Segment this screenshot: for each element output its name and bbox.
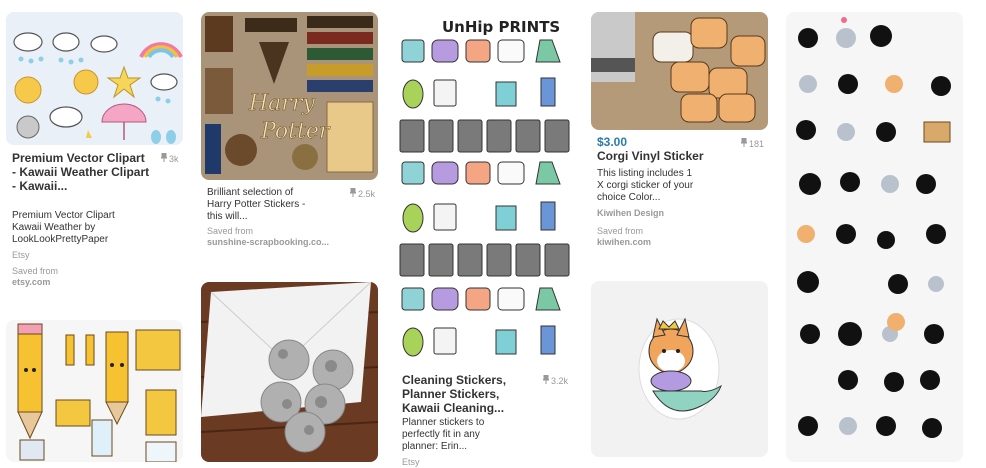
saved-from-domain[interactable]: etsy.com — [12, 277, 50, 288]
cleaning-stickers-image: UnHip PRINTS — [396, 12, 573, 368]
pin-icon — [350, 188, 356, 197]
pin-image-kawaii-weather[interactable] — [6, 12, 183, 145]
pin-source[interactable]: Etsy — [402, 457, 420, 468]
pin-icon — [741, 138, 747, 147]
pencil-stickers-image — [6, 320, 183, 462]
svg-text:Potter: Potter — [260, 119, 331, 144]
pin-description: Brilliant selection of Harry Potter Stic… — [207, 187, 306, 222]
pin-icon — [543, 375, 549, 384]
pin-image-moon-stickers[interactable] — [201, 282, 378, 462]
saved-from-domain[interactable]: sunshine-scrapbooking.co... — [207, 237, 329, 248]
pin-source[interactable]: Etsy — [12, 250, 30, 261]
pin-title[interactable]: Cleaning Stickers, Planner Stickers, Kaw… — [402, 373, 520, 415]
kawaii-weather-clipart-image — [6, 12, 183, 145]
pin-save-count: 181 — [741, 138, 764, 149]
pin-title[interactable]: Corgi Vinyl Sticker — [597, 149, 737, 163]
saved-from-label: Saved from — [597, 226, 644, 236]
black-cat-stickers-image — [786, 12, 963, 462]
corgi-stickers-image — [591, 12, 768, 130]
pin-description: This listing includes 1 X corgi sticker … — [597, 168, 694, 203]
pin-image-black-cat-stickers[interactable] — [786, 12, 963, 462]
pin-save-count: 3k — [161, 153, 179, 164]
pin-source[interactable]: Kiwihen Design — [597, 208, 664, 219]
pin-image-corgi-mermaid[interactable] — [591, 281, 768, 457]
saved-from-label: Saved from — [207, 226, 254, 236]
svg-text:Harry: Harry — [248, 91, 315, 116]
pin-image-pencil-stickers[interactable] — [6, 320, 183, 462]
saved-from-domain[interactable]: kiwihen.com — [597, 237, 651, 248]
pin-price: $3.00 — [597, 135, 628, 149]
pin-image-cleaning-stickers[interactable]: UnHip PRINTS — [396, 12, 573, 368]
corgi-mermaid-sticker-image — [591, 281, 768, 457]
pin-description: Planner stickers to perfectly fit in any… — [402, 417, 485, 452]
harry-potter-stickers-image: Harry Potter — [201, 12, 378, 180]
pin-save-count: 2.5k — [350, 188, 375, 199]
unhip-prints-header: UnHip PRINTS — [442, 18, 560, 36]
moon-stickers-image — [201, 282, 378, 462]
pin-description: Premium Vector Clipart Kawaii Weather by… — [12, 210, 115, 245]
pin-icon — [161, 153, 167, 162]
pin-image-harry-potter[interactable]: Harry Potter — [201, 12, 378, 180]
pin-title[interactable]: Premium Vector Clipart - Kawaii Weather … — [12, 151, 152, 193]
saved-from-label: Saved from — [12, 266, 59, 276]
pin-image-corgi-stickers[interactable] — [591, 12, 768, 130]
pin-save-count: 3.2k — [543, 375, 568, 386]
